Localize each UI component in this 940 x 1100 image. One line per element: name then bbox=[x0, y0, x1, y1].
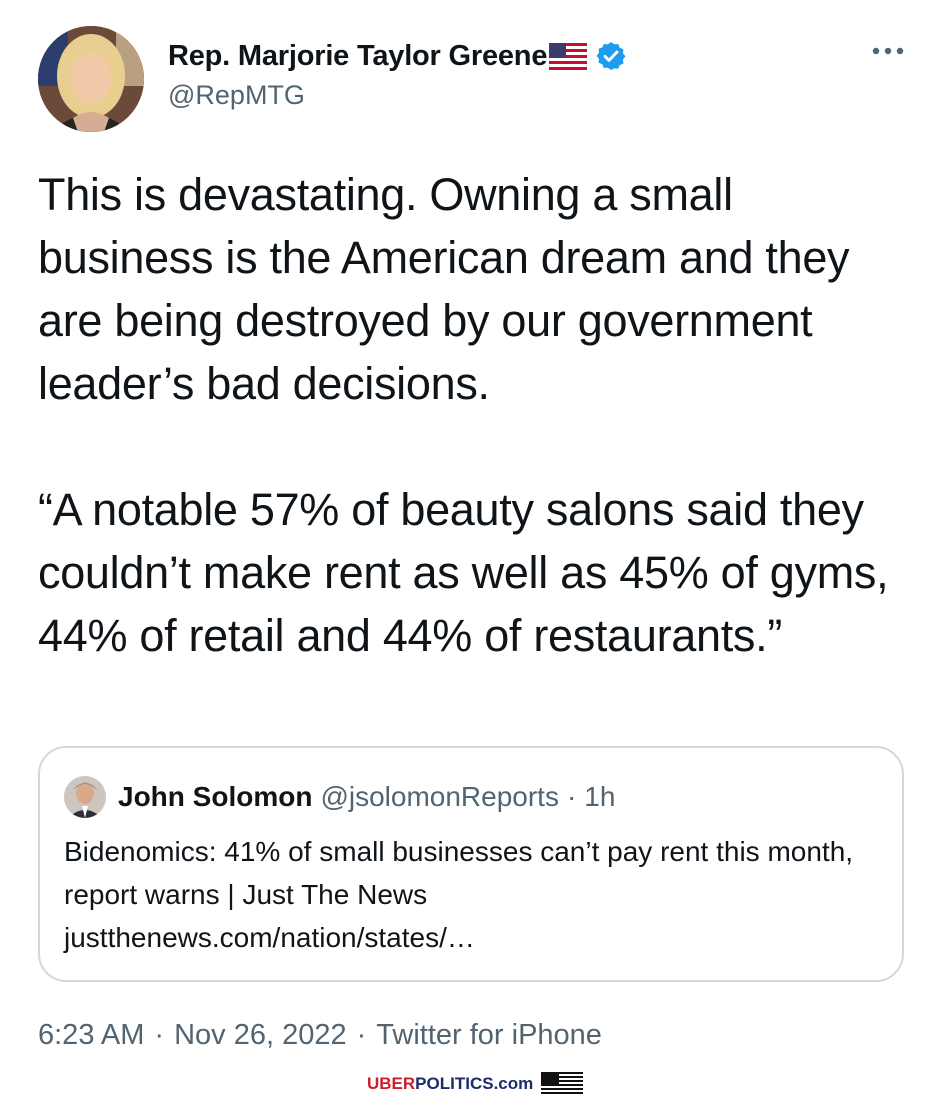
display-name-row: Rep. Marjorie Taylor Greene bbox=[168, 38, 627, 74]
quoted-tweet-text: Bidenomics: 41% of small businesses can’… bbox=[64, 836, 854, 953]
author-handle[interactable]: @RepMTG bbox=[168, 80, 627, 111]
tweet-date[interactable]: Nov 26, 2022 bbox=[174, 1019, 347, 1052]
verified-badge-icon bbox=[595, 40, 627, 72]
quoted-author-name: John Solomon bbox=[118, 781, 313, 812]
author-display-name[interactable]: Rep. Marjorie Taylor Greene bbox=[168, 40, 547, 73]
quoted-tweet-header: John Solomon @jsolomonReports · 1h bbox=[64, 776, 615, 818]
tweet-header: Rep. Marjorie Taylor Greene @RepMTG bbox=[38, 26, 908, 134]
tweet-text: This is devastating. Owning a small busi… bbox=[38, 169, 889, 661]
watermark-part2: POLITICS.com bbox=[415, 1074, 534, 1093]
tweet-meta: 6:23 AM · Nov 26, 2022 · Twitter for iPh… bbox=[38, 1019, 602, 1052]
meta-separator: · bbox=[356, 1019, 367, 1051]
watermark: UBER POLITICS.com bbox=[367, 1072, 584, 1096]
quoted-author-avatar bbox=[64, 776, 106, 818]
avatar[interactable] bbox=[38, 26, 144, 132]
tweet-source[interactable]: Twitter for iPhone bbox=[376, 1019, 602, 1052]
watermark-flag-icon bbox=[541, 1072, 584, 1096]
tweet: Rep. Marjorie Taylor Greene @RepMTG This… bbox=[0, 0, 940, 1100]
quoted-separator: · bbox=[566, 781, 577, 812]
quoted-author-handle: @jsolomonReports bbox=[320, 781, 559, 812]
quoted-tweet[interactable]: John Solomon @jsolomonReports · 1h Biden… bbox=[38, 746, 904, 982]
meta-separator: · bbox=[154, 1019, 165, 1051]
tweet-time[interactable]: 6:23 AM bbox=[38, 1019, 144, 1052]
watermark-part1: UBER bbox=[367, 1074, 416, 1093]
author-names: Rep. Marjorie Taylor Greene @RepMTG bbox=[168, 38, 627, 111]
us-flag-icon bbox=[548, 42, 588, 70]
quoted-timestamp: 1h bbox=[584, 781, 616, 812]
more-horizontal-icon[interactable] bbox=[868, 36, 908, 66]
